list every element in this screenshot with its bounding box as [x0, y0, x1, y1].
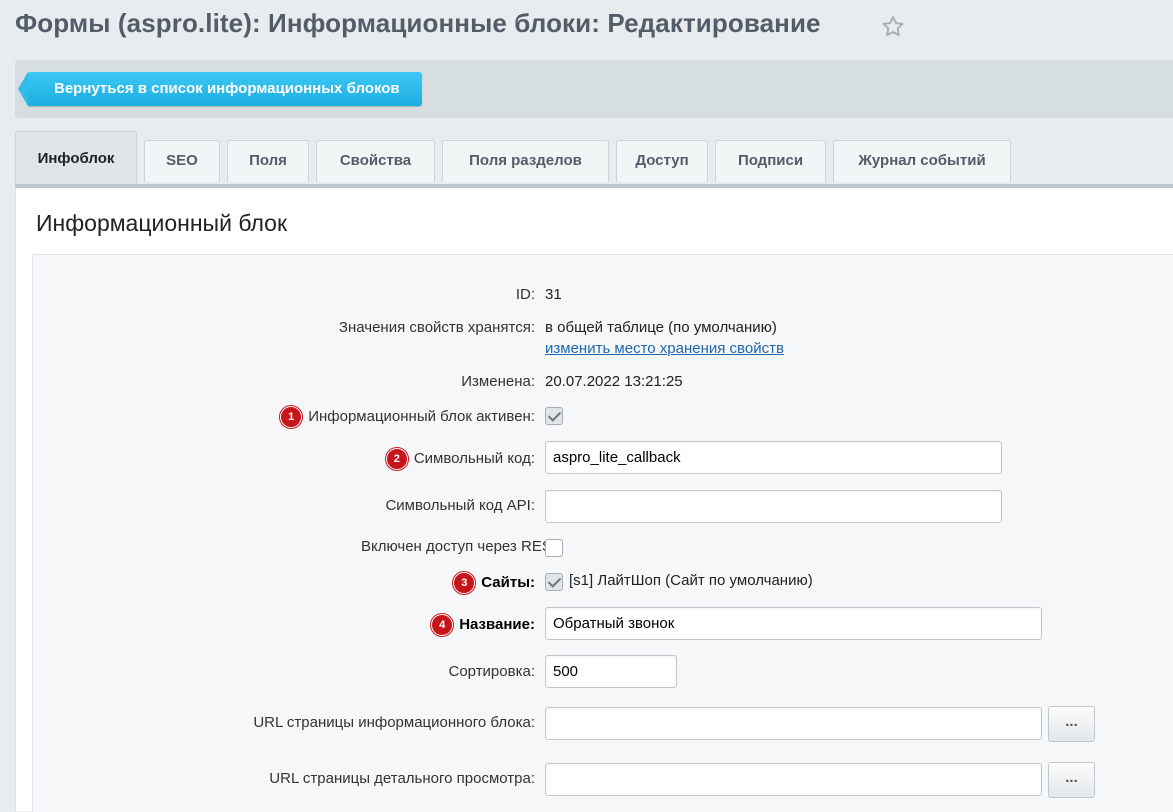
- site-s1-checkbox[interactable]: [545, 573, 563, 591]
- section-title: Информационный блок: [36, 210, 288, 236]
- list-url-browse-button[interactable]: ...: [1048, 706, 1095, 742]
- form-area: ID: 31 Значения свойств хранятся: в обще…: [32, 254, 1173, 812]
- name-input[interactable]: Обратный звонок: [545, 607, 1042, 640]
- list-url-input[interactable]: [545, 707, 1042, 740]
- tab-access[interactable]: Доступ: [616, 140, 708, 182]
- tab-event-log[interactable]: Журнал событий: [833, 140, 1011, 182]
- storage-value: в общей таблице (по умолчанию): [545, 319, 777, 336]
- modified-value: 20.07.2022 13:21:25: [545, 373, 683, 390]
- code-input[interactable]: aspro_lite_callback: [545, 441, 1002, 474]
- id-value: 31: [545, 286, 562, 303]
- rest-checkbox[interactable]: [545, 539, 563, 557]
- storage-label: Значения свойств хранятся:: [338, 319, 535, 336]
- rest-label: Включен доступ через REST: [360, 538, 561, 555]
- code-label: Символьный код:: [413, 450, 535, 467]
- sites-row-label: 3 Сайты:: [453, 572, 535, 594]
- step-badge-1: 1: [280, 406, 303, 428]
- active-label: Информационный блок активен:: [308, 408, 535, 425]
- active-checkbox[interactable]: [545, 407, 563, 425]
- api-code-input[interactable]: [545, 490, 1002, 523]
- tab-infoblock[interactable]: Инфоблок: [15, 131, 137, 186]
- site-s1-label: [s1] ЛайтШоп (Сайт по умолчанию): [569, 572, 813, 589]
- api-code-label: Символьный код API:: [385, 497, 535, 514]
- step-badge-3: 3: [453, 572, 476, 594]
- star-icon[interactable]: [880, 14, 906, 40]
- sites-label: Сайты:: [481, 574, 535, 591]
- name-label: Название:: [459, 616, 535, 633]
- name-row-label: 4 Название:: [431, 614, 535, 636]
- modified-label: Изменена:: [461, 373, 535, 390]
- id-label: ID:: [515, 286, 535, 303]
- sort-input[interactable]: 500: [545, 655, 677, 688]
- active-row-label: 1 Информационный блок активен:: [280, 406, 535, 428]
- toolbar: Вернуться в список информационных блоков: [15, 60, 1173, 118]
- step-badge-4: 4: [431, 614, 454, 636]
- change-storage-link[interactable]: изменить место хранения свойств: [545, 340, 784, 357]
- detail-url-browse-button[interactable]: ...: [1048, 762, 1095, 798]
- back-to-list-button[interactable]: Вернуться в список информационных блоков: [18, 72, 422, 106]
- list-url-label: URL страницы информационного блока:: [253, 714, 535, 731]
- detail-url-input[interactable]: [545, 763, 1042, 796]
- tab-seo[interactable]: SEO: [144, 140, 220, 182]
- tab-section-fields[interactable]: Поля разделов: [442, 140, 609, 182]
- edit-panel: Информационный блок ID: 31 Значения свой…: [15, 188, 1173, 812]
- step-badge-2: 2: [385, 448, 408, 470]
- tab-properties[interactable]: Свойства: [316, 140, 435, 182]
- code-row-label: 2 Символьный код:: [385, 448, 535, 470]
- detail-url-label: URL страницы детального просмотра:: [269, 770, 535, 787]
- tab-captions[interactable]: Подписи: [715, 140, 826, 182]
- page-title: Формы (aspro.lite): Информационные блоки…: [15, 8, 821, 38]
- sort-label: Сортировка:: [448, 663, 536, 680]
- tab-fields[interactable]: Поля: [227, 140, 309, 182]
